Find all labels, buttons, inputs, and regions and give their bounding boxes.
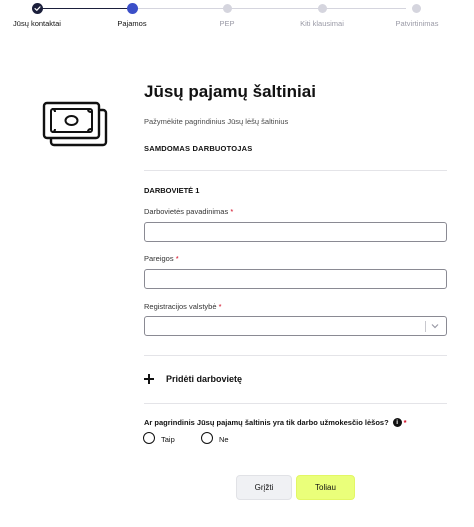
add-employer-button[interactable]: Pridėti darbovietę (144, 372, 242, 386)
back-button[interactable]: Grįžti (236, 475, 292, 500)
step-label-income: Pajamos (117, 19, 147, 28)
step-3-dot (223, 4, 232, 13)
income-source-question: Ar pagrindinis Jūsų pajamų šaltinis yra … (144, 418, 407, 427)
money-banknotes-icon (42, 100, 108, 148)
position-label: Pareigos * (144, 254, 179, 263)
position-label-text: Pareigos (144, 254, 174, 263)
next-button[interactable]: Toliau (296, 475, 355, 500)
add-employer-label: Pridėti darbovietę (166, 374, 243, 384)
select-separator (425, 321, 426, 332)
step-4-dot (318, 4, 327, 13)
radio-no-label[interactable]: Ne (219, 435, 229, 444)
chevron-down-icon[interactable] (430, 320, 440, 332)
stepper-line-complete (37, 8, 132, 9)
radio-yes-label[interactable]: Taip (161, 435, 175, 444)
required-mark: * (403, 418, 407, 427)
radio-yes[interactable] (143, 432, 155, 444)
employer-divider (144, 355, 447, 356)
page-subtitle: Pažymėkite pagrindinius Jūsų lėšų šaltin… (144, 117, 289, 126)
required-mark: * (230, 207, 234, 216)
step-1-check-icon[interactable] (32, 3, 43, 14)
step-label-confirmation: Patvirtinimas (395, 19, 439, 28)
stepper-line-pending (132, 8, 406, 9)
step-label-contacts: Jūsų kontaktai (13, 19, 61, 28)
step-2-dot[interactable] (127, 3, 138, 14)
section-title-employee: SAMDOMAS DARBUOTOJAS (144, 144, 253, 153)
step-label-other-questions: Kiti klausimai (300, 19, 344, 28)
employer-name-label-text: Darbovietės pavadinimas (144, 207, 229, 216)
section-divider (144, 170, 447, 171)
plus-icon (144, 374, 154, 384)
country-select[interactable] (144, 316, 447, 336)
page-title: Jūsų pajamų šaltiniai (144, 82, 316, 101)
radio-no[interactable] (201, 432, 213, 444)
country-label-text: Registracijos valstybė (144, 302, 217, 311)
required-mark: * (175, 254, 179, 263)
country-label: Registracijos valstybė * (144, 302, 222, 311)
employer-title: DARBOVIETĖ 1 (144, 186, 200, 195)
required-mark: * (218, 302, 222, 311)
add-divider (144, 403, 447, 404)
step-5-dot (412, 4, 421, 13)
position-input[interactable] (144, 269, 447, 289)
employer-name-label: Darbovietės pavadinimas * (144, 207, 233, 216)
info-icon[interactable]: i (392, 418, 402, 427)
question-text: Ar pagrindinis Jūsų pajamų šaltinis yra … (144, 418, 389, 427)
employer-name-input[interactable] (144, 222, 447, 242)
step-label-pep: PEP (219, 19, 235, 28)
